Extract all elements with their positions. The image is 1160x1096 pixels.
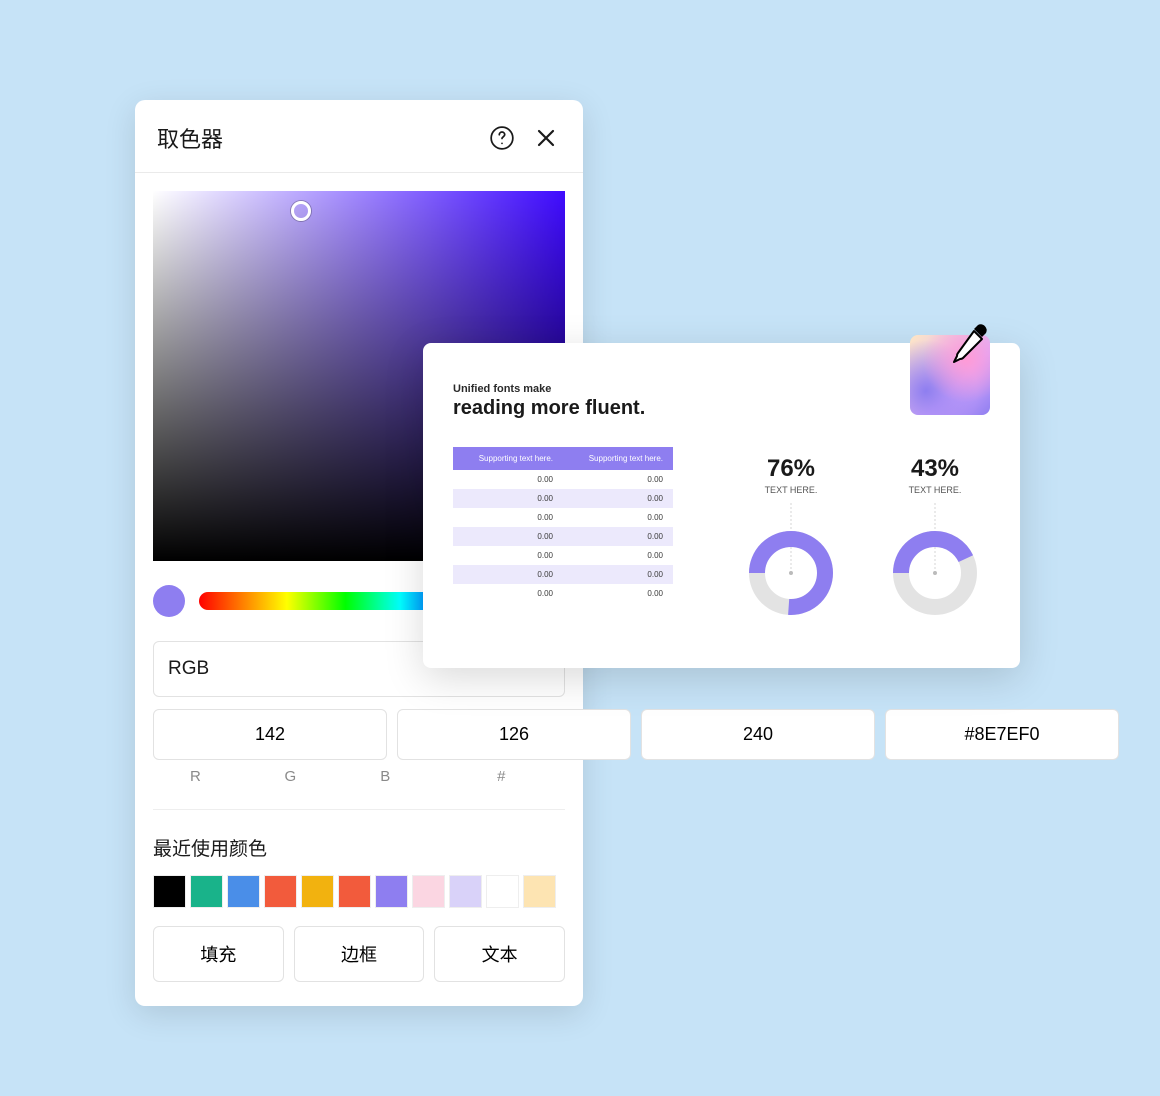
apply-fill-button[interactable]: 填充	[153, 926, 284, 982]
header-icons	[487, 123, 561, 153]
donut-svg	[885, 503, 985, 621]
recent-colors	[153, 875, 565, 908]
table-cell: 0.00	[453, 565, 563, 584]
donut-chart: 43% TEXT HERE.	[880, 455, 990, 626]
recent-color-swatch[interactable]	[153, 875, 186, 908]
donut-label: TEXT HERE.	[880, 485, 990, 495]
table-cell: 0.00	[453, 508, 563, 527]
close-icon[interactable]	[531, 123, 561, 153]
color-value-inputs	[153, 709, 565, 760]
table-row: 0.000.00	[453, 470, 673, 489]
picker-header: 取色器	[135, 100, 583, 173]
table-cell: 0.00	[453, 527, 563, 546]
apply-border-button[interactable]: 边框	[294, 926, 425, 982]
table-cell: 0.00	[453, 470, 563, 489]
table-row: 0.000.00	[453, 546, 673, 565]
picker-title: 取色器	[157, 122, 223, 154]
preview-table: Supporting text here.Supporting text her…	[453, 446, 673, 603]
table-header: Supporting text here.	[563, 447, 673, 471]
b-label: B	[343, 768, 428, 785]
donut-percent: 76%	[736, 455, 846, 483]
recent-color-swatch[interactable]	[449, 875, 482, 908]
donut-chart: 76% TEXT HERE.	[736, 455, 846, 626]
help-icon[interactable]	[487, 123, 517, 153]
table-row: 0.000.00	[453, 527, 673, 546]
hex-label: #	[438, 768, 565, 785]
table-header: Supporting text here.	[453, 447, 563, 471]
apply-buttons: 填充 边框 文本	[153, 926, 565, 982]
donut-label: TEXT HERE.	[736, 485, 846, 495]
preview-card: Unified fonts make reading more fluent. …	[423, 343, 1020, 668]
recent-color-swatch[interactable]	[523, 875, 556, 908]
eyedropper-icon[interactable]	[946, 321, 992, 372]
table-cell: 0.00	[563, 489, 673, 508]
table-cell: 0.00	[563, 508, 673, 527]
color-value-labels: R G B #	[153, 768, 565, 785]
table-cell: 0.00	[563, 565, 673, 584]
recent-color-swatch[interactable]	[190, 875, 223, 908]
recent-color-swatch[interactable]	[486, 875, 519, 908]
table-cell: 0.00	[453, 584, 563, 603]
donut-svg	[741, 503, 841, 621]
recent-color-swatch[interactable]	[264, 875, 297, 908]
donut-charts: 76% TEXT HERE. 43% TEXT HERE.	[700, 455, 990, 626]
sv-cursor	[291, 201, 311, 221]
table-cell: 0.00	[453, 489, 563, 508]
r-label: R	[153, 768, 238, 785]
recent-color-swatch[interactable]	[301, 875, 334, 908]
table-row: 0.000.00	[453, 489, 673, 508]
recent-color-swatch[interactable]	[412, 875, 445, 908]
recent-color-swatch[interactable]	[227, 875, 260, 908]
table-cell: 0.00	[563, 584, 673, 603]
divider	[153, 809, 565, 810]
g-input[interactable]	[397, 709, 631, 760]
table-row: 0.000.00	[453, 565, 673, 584]
table-cell: 0.00	[563, 546, 673, 565]
apply-text-button[interactable]: 文本	[434, 926, 565, 982]
table-cell: 0.00	[563, 470, 673, 489]
g-label: G	[248, 768, 333, 785]
hex-input[interactable]	[885, 709, 1119, 760]
table-row: 0.000.00	[453, 508, 673, 527]
r-input[interactable]	[153, 709, 387, 760]
b-input[interactable]	[641, 709, 875, 760]
table-cell: 0.00	[453, 546, 563, 565]
donut-percent: 43%	[880, 455, 990, 483]
table-cell: 0.00	[563, 527, 673, 546]
recent-color-swatch[interactable]	[375, 875, 408, 908]
table-row: 0.000.00	[453, 584, 673, 603]
recent-colors-title: 最近使用颜色	[153, 834, 565, 861]
current-color-swatch	[153, 585, 185, 617]
recent-color-swatch[interactable]	[338, 875, 371, 908]
